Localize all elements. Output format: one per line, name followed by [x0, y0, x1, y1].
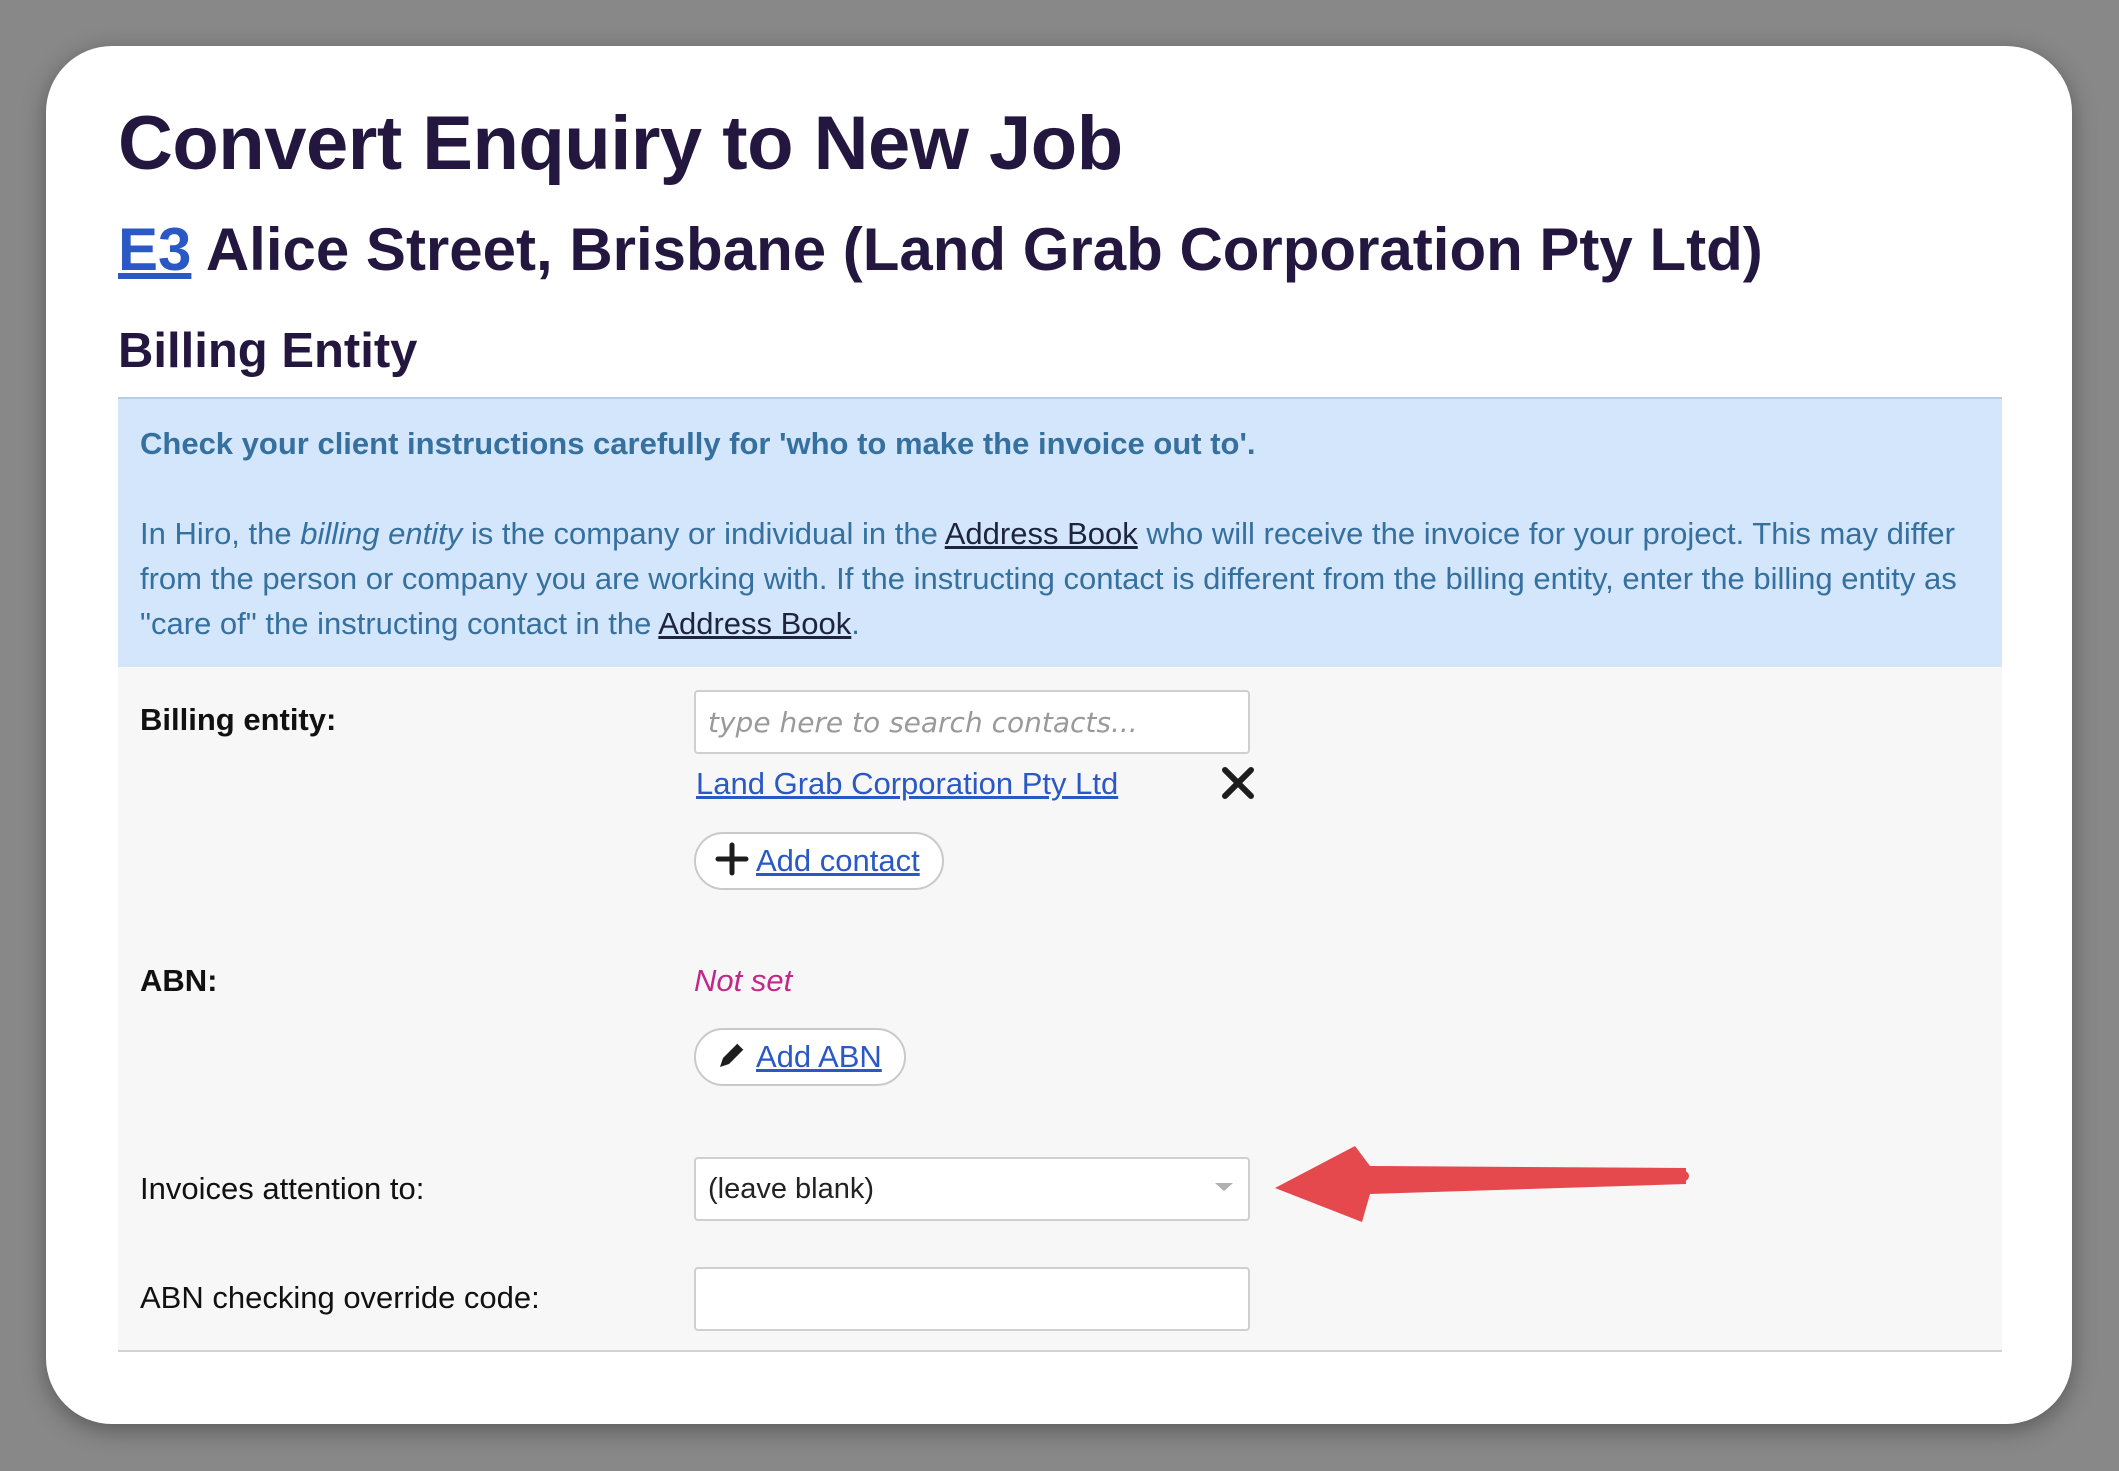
contact-search-input[interactable] — [694, 690, 1250, 754]
billing-info-box: Check your client instructions carefully… — [118, 397, 2002, 667]
close-icon[interactable] — [1218, 763, 1258, 803]
plus-icon — [714, 841, 750, 882]
info-text-1: In Hiro, the — [140, 516, 301, 551]
info-text-italic: billing entity — [300, 516, 463, 551]
abn-label: ABN: — [140, 963, 218, 998]
page-title: Convert Enquiry to New Job — [118, 101, 1123, 186]
billing-form: Billing entity: Land Grab Corporation Pt… — [118, 667, 2002, 1352]
billing-entity-label: Billing entity: — [140, 702, 337, 737]
abn-value: Not set — [694, 963, 793, 998]
add-contact-label: Add contact — [756, 843, 920, 878]
invoices-attention-value: (leave blank) — [708, 1172, 875, 1205]
selected-contact-link[interactable]: Land Grab Corporation Pty Ltd — [696, 766, 1118, 802]
add-abn-label: Add ABN — [756, 1039, 882, 1074]
add-contact-button[interactable]: Add contact — [694, 832, 944, 890]
invoices-attention-select[interactable]: (leave blank) — [694, 1157, 1250, 1221]
abn-override-label: ABN checking override code: — [140, 1280, 540, 1315]
pencil-icon — [714, 1037, 750, 1078]
info-text-4: . — [851, 606, 860, 641]
section-title-billing-entity: Billing Entity — [118, 324, 418, 378]
red-arrow-icon — [1275, 1146, 1689, 1222]
abn-override-input[interactable] — [694, 1267, 1250, 1331]
address-book-link[interactable]: Address Book — [945, 516, 1138, 551]
job-title: E3 Alice Street, Brisbane (Land Grab Cor… — [118, 215, 1763, 284]
job-ref-link[interactable]: E3 — [118, 216, 191, 283]
info-body-text: In Hiro, the billing entity is the compa… — [140, 511, 1980, 646]
info-text-2: is the company or individual in the — [462, 516, 945, 551]
invoices-attention-label: Invoices attention to: — [140, 1171, 425, 1206]
job-description: Alice Street, Brisbane (Land Grab Corpor… — [205, 216, 1763, 283]
add-abn-button[interactable]: Add ABN — [694, 1028, 906, 1086]
chevron-down-icon — [1212, 1179, 1236, 1200]
address-book-link-2[interactable]: Address Book — [658, 606, 851, 641]
info-lead-text: Check your client instructions carefully… — [140, 426, 1256, 461]
